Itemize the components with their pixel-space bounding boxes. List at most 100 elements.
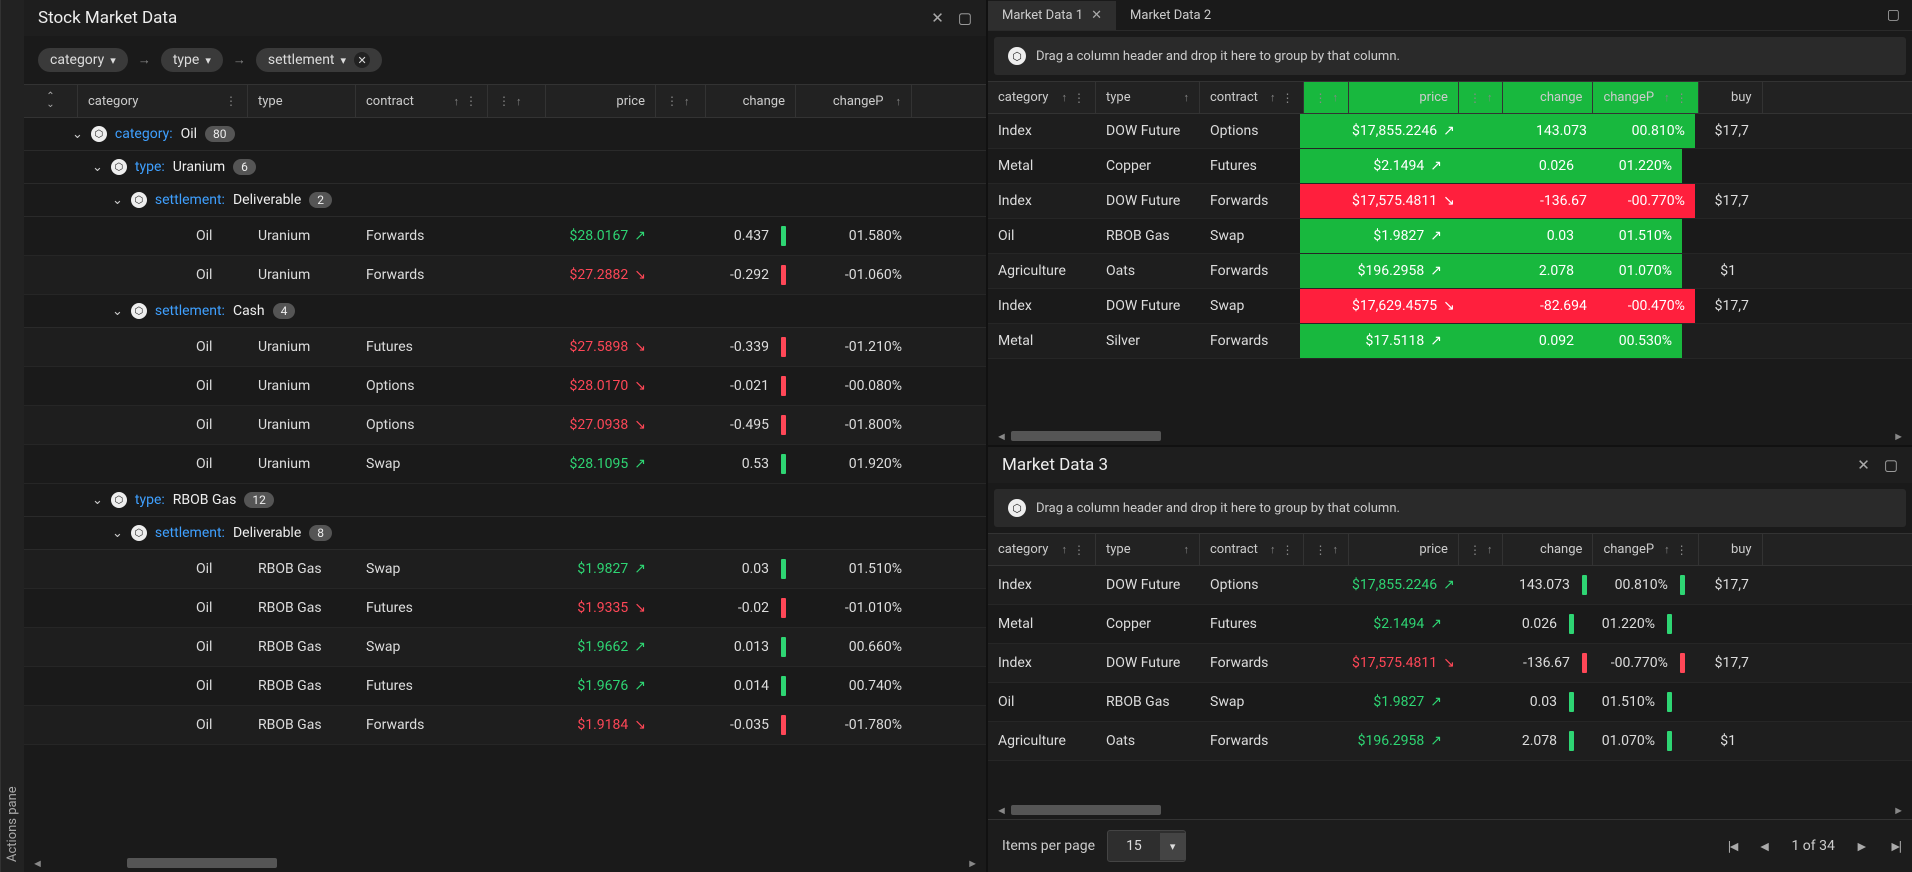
table-row[interactable]: Index DOW Future Forwards $17,575.4811 -… [988,644,1912,683]
col-change[interactable]: change [1503,534,1593,565]
scroll-right-icon[interactable]: ► [963,857,982,870]
remove-group-icon[interactable]: ✕ [354,52,370,68]
col-blank2[interactable]: ⋮↑ [1459,82,1504,113]
sort-icon[interactable]: ↑ [1184,91,1190,104]
col-changep[interactable]: changeP↑⋮ [1593,534,1698,565]
group-row[interactable]: ⌄ ⬡ type: Uranium 6 [24,151,986,184]
group-drop-hint[interactable]: ⬡ Drag a column header and drop it here … [994,37,1906,75]
scrollbar-thumb[interactable] [127,858,277,868]
sort-icon[interactable]: ↑ [1664,543,1670,556]
column-menu-icon[interactable]: ⋮ [666,94,678,108]
sort-icon[interactable]: ↑ [1487,91,1493,104]
table-row[interactable]: Metal Copper Futures $2.1494 0.026 01.22… [988,149,1912,184]
table-row[interactable]: Oil Uranium Forwards $27.2882 -0.292 -01… [24,256,986,295]
col-blank[interactable]: ⋮↑ [488,85,546,117]
scrollbar-thumb[interactable] [1011,431,1161,441]
col-type[interactable]: type [248,85,356,117]
col-category[interactable]: category⋮ [78,85,248,117]
table-row[interactable]: Oil Uranium Forwards $28.0167 0.437 01.5… [24,217,986,256]
sort-icon[interactable]: ↑ [1332,543,1338,556]
group-pill-type[interactable]: type▾ [161,48,223,72]
column-menu-icon[interactable]: ⋮ [1469,543,1481,557]
col-blank2[interactable]: ⋮↑ [656,85,706,117]
col-type[interactable]: type↑ [1096,82,1200,113]
scroll-left-icon[interactable]: ◄ [992,430,1011,443]
group-pill-settlement[interactable]: settlement▾✕ [256,48,382,72]
tab-market-data-2[interactable]: Market Data 2 [1116,1,1225,30]
col-buy[interactable]: buy [1699,534,1763,565]
table-row[interactable]: Index DOW Future Options $17,855.2246 14… [988,566,1912,605]
group-row[interactable]: ⌄ ⬡ settlement: Cash 4 [24,295,986,328]
sort-icon[interactable]: ↑ [516,95,522,108]
horizontal-scrollbar[interactable]: ◄ ► [988,427,1912,445]
table-row[interactable]: Oil RBOB Gas Forwards $1.9184 -0.035 -01… [24,706,986,745]
table-row[interactable]: Oil RBOB Gas Swap $1.9827 0.03 01.510% [988,683,1912,722]
close-tab-icon[interactable]: ✕ [1091,8,1102,23]
scroll-right-icon[interactable]: ► [1889,430,1908,443]
column-menu-icon[interactable]: ⋮ [1281,91,1293,105]
scrollbar-thumb[interactable] [1011,805,1161,815]
table-row[interactable]: Oil Uranium Swap $28.1095 0.53 01.920% [24,445,986,484]
horizontal-scrollbar[interactable]: ◄ ► [24,854,986,872]
scroll-left-icon[interactable]: ◄ [28,857,47,870]
column-menu-icon[interactable]: ⋮ [1281,543,1293,557]
col-blank2[interactable]: ⋮↑ [1459,534,1504,565]
column-menu-icon[interactable]: ⋮ [1073,543,1085,557]
tab-market-data-1[interactable]: Market Data 1✕ [988,1,1116,30]
sort-icon[interactable]: ↑ [1487,543,1493,556]
sort-icon[interactable]: ↑ [454,95,460,108]
sort-icon[interactable]: ↑ [1664,91,1670,104]
table-row[interactable]: Metal Copper Futures $2.1494 0.026 01.22… [988,605,1912,644]
table-row[interactable]: Oil RBOB Gas Futures $1.9676 0.014 00.74… [24,667,986,706]
sort-icon[interactable]: ↑ [1270,91,1276,104]
sort-icon[interactable]: ↑ [684,95,690,108]
col-contract[interactable]: contract↑⋮ [1200,534,1304,565]
col-price[interactable]: price [1349,534,1459,565]
column-menu-icon[interactable]: ⋮ [1314,543,1326,557]
column-menu-icon[interactable]: ⋮ [498,94,510,108]
group-row[interactable]: ⌄ ⬡ settlement: Deliverable 8 [24,517,986,550]
column-menu-icon[interactable]: ⋮ [1676,543,1688,557]
table-row[interactable]: Index DOW Future Options $17,855.2246 14… [988,114,1912,149]
maximize-icon[interactable]: ▢ [1884,456,1898,474]
table-row[interactable]: Oil Uranium Options $28.0170 -0.021 -00.… [24,367,986,406]
group-pill-category[interactable]: category▾ [38,48,128,72]
pager-next-icon[interactable]: ► [1855,838,1869,855]
sort-icon[interactable]: ↑ [1184,543,1190,556]
table-row[interactable]: Agriculture Oats Forwards $196.2958 2.07… [988,254,1912,289]
sort-icon[interactable]: ↑ [1332,91,1338,104]
pager-prev-icon[interactable]: ◄ [1758,838,1772,855]
column-menu-icon[interactable]: ⋮ [225,94,237,108]
column-menu-icon[interactable]: ⋮ [1314,91,1326,105]
sort-icon[interactable]: ↑ [1062,91,1068,104]
unpin-icon[interactable]: ✕ [931,9,944,27]
scroll-right-icon[interactable]: ► [1889,804,1908,817]
pager-page-size[interactable]: 15 ▾ [1107,830,1186,862]
col-change[interactable]: change [706,85,796,117]
col-changep[interactable]: changeP↑⋮ [1593,82,1698,113]
collapse-all-toggle[interactable]: ⌃⌄ [24,85,78,117]
col-contract[interactable]: contract↑⋮ [1200,82,1304,113]
group-drop-hint[interactable]: ⬡ Drag a column header and drop it here … [994,489,1906,527]
grid-body-right-upper[interactable]: Index DOW Future Options $17,855.2246 14… [988,114,1912,427]
column-menu-icon[interactable]: ⋮ [1073,91,1085,105]
table-row[interactable]: Oil Uranium Futures $27.5898 -0.339 -01.… [24,328,986,367]
col-category[interactable]: category↑⋮ [988,82,1096,113]
group-row[interactable]: ⌄ ⬡ settlement: Deliverable 2 [24,184,986,217]
table-row[interactable]: Oil RBOB Gas Swap $1.9662 0.013 00.660% [24,628,986,667]
col-type[interactable]: type↑ [1096,534,1200,565]
table-row[interactable]: Index DOW Future Swap $17,629.4575 -82.6… [988,289,1912,324]
table-row[interactable]: Oil RBOB Gas Futures $1.9335 -0.02 -01.0… [24,589,986,628]
group-row[interactable]: ⌄ ⬡ type: RBOB Gas 12 [24,484,986,517]
table-row[interactable]: Oil Uranium Options $27.0938 -0.495 -01.… [24,406,986,445]
grid-body-left[interactable]: ⌄ ⬡ category: Oil 80 ⌄ ⬡ type: Uranium 6… [24,118,986,854]
unpin-icon[interactable]: ✕ [1857,456,1870,474]
group-row[interactable]: ⌄ ⬡ category: Oil 80 [24,118,986,151]
col-price[interactable]: price [1349,82,1459,113]
col-blank[interactable]: ⋮↑ [1304,82,1349,113]
sort-icon[interactable]: ↑ [1062,543,1068,556]
column-menu-icon[interactable]: ⋮ [465,94,477,108]
maximize-icon[interactable]: ▢ [958,9,972,27]
table-row[interactable]: Oil RBOB Gas Swap $1.9827 0.03 01.510% [24,550,986,589]
chevron-down-icon[interactable]: ▾ [1160,833,1186,860]
